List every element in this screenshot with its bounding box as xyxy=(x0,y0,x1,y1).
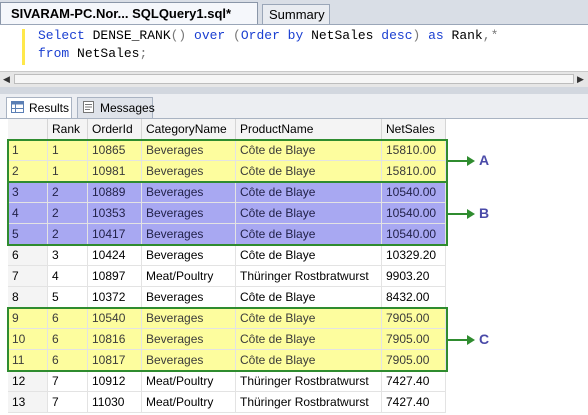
row-number[interactable]: 7 xyxy=(8,266,48,287)
code-token: ; xyxy=(139,46,148,61)
table-cell[interactable]: 3 xyxy=(48,245,88,266)
arrowhead-icon xyxy=(467,334,475,345)
grid-header-row: Rank OrderId CategoryName ProductName NetSal… xyxy=(0,119,446,140)
table-cell[interactable]: Meat/Poultry xyxy=(142,266,236,287)
table-cell[interactable]: 5 xyxy=(48,287,88,308)
highlight-group-box xyxy=(7,139,448,183)
tab-summary-label: Summary xyxy=(269,7,325,22)
row-number[interactable]: 13 xyxy=(8,392,48,413)
table-cell[interactable]: Meat/Poultry xyxy=(142,371,236,392)
scroll-right-icon[interactable]: ▶ xyxy=(577,74,584,85)
document-tab-strip: SIVARAM-PC.Nor... SQLQuery1.sql* Summary xyxy=(0,0,588,25)
column-header[interactable] xyxy=(8,119,48,140)
code-token: desc xyxy=(381,28,413,43)
annotation-arrow xyxy=(448,212,468,215)
table-cell[interactable]: 7 xyxy=(48,392,88,413)
table-cell[interactable]: Côte de Blaye xyxy=(236,245,382,266)
table-cell[interactable]: 9903.20 xyxy=(382,266,446,287)
table-cell[interactable]: 10424 xyxy=(88,245,142,266)
column-header[interactable]: Rank xyxy=(48,119,88,140)
grid-icon xyxy=(11,101,24,113)
tab-query-editor-label: SIVARAM-PC.Nor... SQLQuery1.sql* xyxy=(11,6,232,21)
table-cell[interactable]: 4 xyxy=(48,266,88,287)
column-header[interactable]: OrderId xyxy=(88,119,142,140)
tab-query-editor[interactable]: SIVARAM-PC.Nor... SQLQuery1.sql* xyxy=(0,2,258,24)
code-line-2[interactable]: from NetSales; xyxy=(38,46,147,61)
table-cell[interactable]: Côte de Blaye xyxy=(236,287,382,308)
results-grid[interactable]: Rank OrderId CategoryName ProductName NetSal… xyxy=(0,119,588,415)
table-cell[interactable]: Beverages xyxy=(142,287,236,308)
table-cell[interactable]: Thüringer Rostbratwurst xyxy=(236,371,382,392)
table-cell[interactable]: Thüringer Rostbratwurst xyxy=(236,266,382,287)
code-token: Select xyxy=(38,28,93,43)
tab-results-label: Results xyxy=(29,101,70,115)
annotation-label: C xyxy=(479,330,490,347)
tab-messages-label: Messages xyxy=(100,101,155,115)
column-header[interactable]: CategoryName xyxy=(142,119,236,140)
messages-icon xyxy=(83,101,94,113)
table-cell[interactable]: Thüringer Rostbratwurst xyxy=(236,392,382,413)
table-cell[interactable]: 7427.40 xyxy=(382,371,446,392)
query-editor[interactable]: Select DENSE_RANK() over (Order by NetSa… xyxy=(0,25,588,70)
highlight-group-box xyxy=(7,307,448,372)
code-token: from xyxy=(38,46,78,61)
annotation-label: B xyxy=(479,204,490,221)
annotation-arrow xyxy=(448,160,468,162)
table-cell[interactable]: 10912 xyxy=(88,371,142,392)
tab-summary[interactable]: Summary xyxy=(262,4,330,24)
table-cell[interactable]: 10329.20 xyxy=(382,245,446,266)
row-number[interactable]: 6 xyxy=(8,245,48,266)
code-token: , xyxy=(482,28,491,43)
table-cell[interactable]: 10897 xyxy=(88,266,142,287)
code-token: as xyxy=(428,28,452,43)
table-cell[interactable]: 8432.00 xyxy=(382,287,446,308)
column-header[interactable]: ProductName xyxy=(236,119,382,140)
code-token: NetSales xyxy=(311,28,382,43)
code-token: Rank xyxy=(451,28,483,43)
scroll-left-icon[interactable]: ◀ xyxy=(3,74,10,85)
scrollbar-thumb[interactable] xyxy=(14,74,574,84)
table-cell[interactable]: 7 xyxy=(48,371,88,392)
table-cell[interactable]: 11030 xyxy=(88,392,142,413)
code-token: over xyxy=(194,28,234,43)
table-row[interactable]: 8 5 10372 Beverages Côte de Blaye 8432.00 xyxy=(0,287,446,308)
code-token: ) xyxy=(412,28,429,43)
code-line-1[interactable]: Select DENSE_RANK() over (Order by NetSa… xyxy=(38,28,498,43)
table-row[interactable]: 7 4 10897 Meat/Poultry Thüringer Rostbratwur… xyxy=(0,266,446,287)
arrowhead-icon xyxy=(467,156,475,166)
editor-horizontal-scrollbar[interactable]: ◀ ▶ xyxy=(0,71,588,87)
code-token: NetSales xyxy=(77,46,140,61)
row-number[interactable]: 12 xyxy=(8,371,48,392)
tab-messages[interactable]: Messages xyxy=(77,97,155,118)
annotation-label: A xyxy=(479,152,490,168)
code-token: () xyxy=(170,28,195,43)
code-token: ( xyxy=(233,28,241,43)
table-row[interactable]: 13 7 11030 Meat/Poultry Thüringer Rostbratwu… xyxy=(0,392,446,413)
code-token: * xyxy=(490,28,499,43)
column-header[interactable]: NetSales xyxy=(382,119,446,140)
arrowhead-icon xyxy=(467,208,475,219)
change-marker xyxy=(22,29,25,65)
row-number[interactable]: 8 xyxy=(8,287,48,308)
table-cell[interactable]: 10372 xyxy=(88,287,142,308)
table-row[interactable]: 12 7 10912 Meat/Poultry Thüringer Rostbratwu… xyxy=(0,371,446,392)
annotation-arrow xyxy=(448,338,468,341)
table-cell[interactable]: Beverages xyxy=(142,245,236,266)
code-token: Order by xyxy=(240,28,312,43)
pane-splitter[interactable] xyxy=(0,87,588,94)
table-cell[interactable]: Meat/Poultry xyxy=(142,392,236,413)
tab-results[interactable]: Results xyxy=(6,97,72,118)
results-tab-bar: Results Messages xyxy=(0,94,588,119)
table-cell[interactable]: 7427.40 xyxy=(382,392,446,413)
code-token: DENSE_RANK xyxy=(92,28,171,43)
table-row[interactable]: 6 3 10424 Beverages Côte de Blaye 10329.20 xyxy=(0,245,446,266)
highlight-group-box xyxy=(7,181,448,246)
